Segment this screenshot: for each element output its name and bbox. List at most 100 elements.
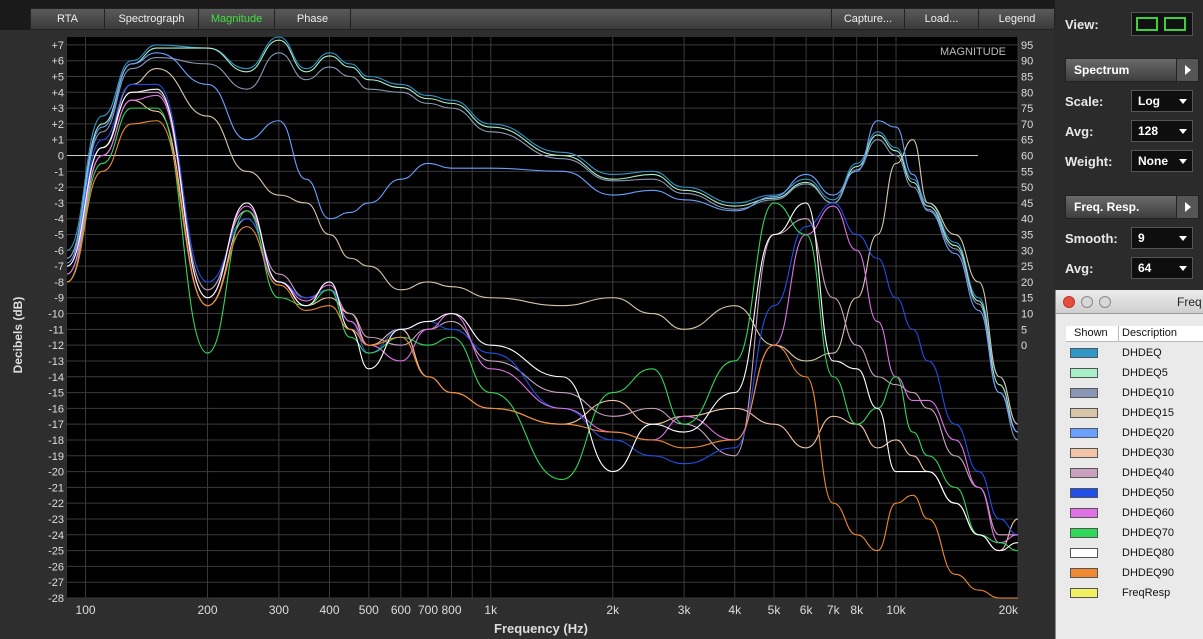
x-tick-label: 500 xyxy=(359,603,379,617)
legend-swatch[interactable] xyxy=(1070,548,1098,558)
legend-item-label: DHDEQ20 xyxy=(1122,427,1174,439)
right-tick-label: 95 xyxy=(1021,40,1033,52)
split-view-icon xyxy=(1164,17,1186,31)
legend-item[interactable]: DHDEQ5 xyxy=(1066,364,1203,384)
legend-swatch[interactable] xyxy=(1070,348,1098,358)
legend-item[interactable]: DHDEQ30 xyxy=(1066,444,1203,464)
avg2-value: 64 xyxy=(1138,261,1152,275)
avg-label: Avg: xyxy=(1065,124,1094,139)
legend-swatch[interactable] xyxy=(1070,428,1098,438)
expand-arrow-icon[interactable] xyxy=(1176,59,1198,81)
expand-arrow-icon[interactable] xyxy=(1176,196,1198,218)
legend-titlebar[interactable]: Freq xyxy=(1056,290,1203,314)
weight-label: Weight: xyxy=(1065,154,1113,169)
avg2-select[interactable]: 64 xyxy=(1131,257,1193,279)
y-axis-label: Decibels (dB) xyxy=(11,297,25,374)
y-tick-label: +5 xyxy=(51,72,64,84)
right-tick-label: 20 xyxy=(1021,277,1033,289)
legend-item[interactable]: DHDEQ15 xyxy=(1066,404,1203,424)
right-tick-label: 65 xyxy=(1021,135,1033,147)
y-tick-label: -17 xyxy=(48,419,64,431)
x-tick-label: 10k xyxy=(886,603,906,617)
legend-swatch[interactable] xyxy=(1070,408,1098,418)
scale-value: Log xyxy=(1138,94,1160,108)
y-tick-label: -9 xyxy=(54,293,64,305)
legend-swatch[interactable] xyxy=(1070,508,1098,518)
smooth-select[interactable]: 9 xyxy=(1131,227,1193,249)
y-tick-label: -1 xyxy=(54,166,64,178)
scale-select[interactable]: Log xyxy=(1131,90,1193,112)
x-tick-label: 2k xyxy=(606,603,620,617)
y-tick-label: -26 xyxy=(48,561,64,573)
spectrum-section-header[interactable]: Spectrum xyxy=(1065,58,1199,82)
legend-item[interactable]: DHDEQ60 xyxy=(1066,504,1203,524)
x-tick-label: 800 xyxy=(441,603,461,617)
legend-window: Freq Shown Description DHDEQ DHDEQ5 DHDEQ1… xyxy=(1055,290,1203,639)
avg-select[interactable]: 128 xyxy=(1131,120,1193,142)
description-column-header[interactable]: Description xyxy=(1122,327,1177,339)
legend-item[interactable]: DHDEQ70 xyxy=(1066,524,1203,544)
legend-item[interactable]: DHDEQ20 xyxy=(1066,424,1203,444)
magnitude-plot[interactable]: +7 +6 +5 +4 +3 +2 +1 0 -1 -2 -3 -4 -5 -6 -7 -8 -9 -10 -11 -… xyxy=(0,30,1055,639)
y-tick-label: -18 xyxy=(48,435,64,447)
legend-item[interactable]: DHDEQ xyxy=(1066,344,1203,364)
y-tick-label: -10 xyxy=(48,309,64,321)
minimize-icon[interactable] xyxy=(1081,296,1093,308)
view-toggle[interactable] xyxy=(1131,12,1193,36)
legend-swatch[interactable] xyxy=(1070,588,1098,598)
legend-item-label: FreqResp xyxy=(1122,587,1171,599)
legend-title: Freq xyxy=(1177,295,1202,309)
legend-swatch[interactable] xyxy=(1070,368,1098,378)
tab-rta[interactable]: RTA xyxy=(31,9,105,29)
y-tick-label: -15 xyxy=(48,388,64,400)
y-tick-label: +7 xyxy=(51,40,64,52)
legend-item[interactable]: DHDEQ40 xyxy=(1066,464,1203,484)
y-tick-label: -3 xyxy=(54,198,64,210)
right-tick-label: 50 xyxy=(1021,182,1033,194)
right-tick-label: 60 xyxy=(1021,151,1033,163)
y-tick-label: -27 xyxy=(48,577,64,589)
legend-item[interactable]: DHDEQ90 xyxy=(1066,564,1203,584)
freq-resp-section-header[interactable]: Freq. Resp. xyxy=(1065,195,1199,219)
legend-item-label: DHDEQ10 xyxy=(1122,387,1174,399)
tab-phase[interactable]: Phase xyxy=(275,9,351,29)
y-tick-label: -20 xyxy=(48,467,64,479)
legend-swatch[interactable] xyxy=(1070,468,1098,478)
legend-swatch[interactable] xyxy=(1070,388,1098,398)
legend-item[interactable]: DHDEQ80 xyxy=(1066,544,1203,564)
x-tick-label: 100 xyxy=(76,603,96,617)
x-tick-label: 1k xyxy=(484,603,498,617)
close-icon[interactable] xyxy=(1063,296,1075,308)
y-tick-label: -8 xyxy=(54,277,64,289)
chevron-down-icon xyxy=(1179,236,1187,241)
weight-select[interactable]: None xyxy=(1131,150,1193,172)
x-tick-label: 400 xyxy=(320,603,340,617)
legend-item[interactable]: DHDEQ50 xyxy=(1066,484,1203,504)
y-tick-label: -13 xyxy=(48,356,64,368)
y-tick-label: -16 xyxy=(48,403,64,415)
legend-item[interactable]: FreqResp xyxy=(1066,584,1203,604)
x-tick-label: 20k xyxy=(999,603,1019,617)
legend-swatch[interactable] xyxy=(1070,568,1098,578)
zoom-icon[interactable] xyxy=(1099,296,1111,308)
tab-bar: RTA Spectrograph Magnitude Phase Capture… xyxy=(30,8,1055,30)
legend-swatch[interactable] xyxy=(1070,448,1098,458)
y-tick-label: -12 xyxy=(48,340,64,352)
smooth-value: 9 xyxy=(1138,231,1145,245)
legend-swatch[interactable] xyxy=(1070,488,1098,498)
legend-swatch[interactable] xyxy=(1070,528,1098,538)
tab-spectrograph[interactable]: Spectrograph xyxy=(105,9,199,29)
chevron-down-icon xyxy=(1179,159,1187,164)
legend-item[interactable]: DHDEQ10 xyxy=(1066,384,1203,404)
y-tick-label: +6 xyxy=(51,56,64,68)
right-tick-label: 35 xyxy=(1021,230,1033,242)
tab-magnitude[interactable]: Magnitude xyxy=(199,9,275,29)
capture-button[interactable]: Capture... xyxy=(831,9,905,29)
load-button[interactable]: Load... xyxy=(905,9,979,29)
right-tick-label: 45 xyxy=(1021,198,1033,210)
shown-column-header[interactable]: Shown xyxy=(1074,327,1108,339)
legend-button[interactable]: Legend xyxy=(979,9,1055,29)
smooth-label: Smooth: xyxy=(1065,231,1118,246)
x-axis-label: Frequency (Hz) xyxy=(494,621,588,636)
chevron-down-icon xyxy=(1179,99,1187,104)
